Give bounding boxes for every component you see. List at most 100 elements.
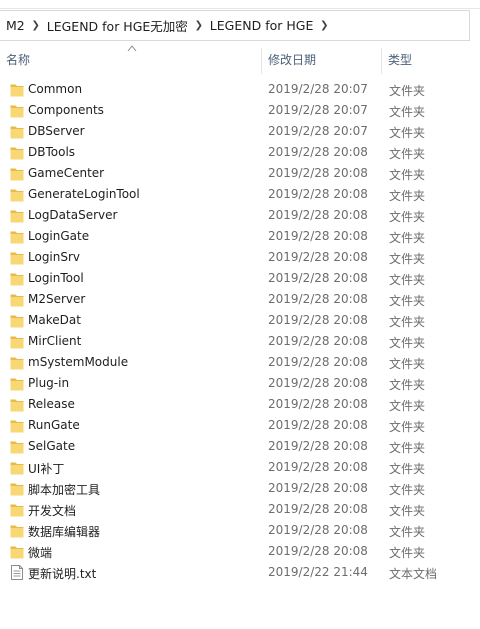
- file-name[interactable]: LoginTool: [28, 271, 84, 285]
- file-name[interactable]: DBTools: [28, 145, 75, 159]
- file-name[interactable]: GameCenter: [28, 166, 104, 180]
- file-type: 文件夹: [389, 546, 426, 560]
- file-name[interactable]: 数据库编辑器: [28, 523, 100, 540]
- breadcrumb-item-legend[interactable]: LEGEND for HGE: [206, 18, 318, 33]
- file-row[interactable]: Plug-in 2019/2/28 20:08 文件夹: [0, 373, 480, 394]
- folder-icon: [10, 376, 24, 391]
- column-header-date[interactable]: 修改日期: [268, 42, 380, 76]
- file-modified-date: 2019/2/28 20:08: [268, 523, 368, 537]
- file-name[interactable]: 脚本加密工具: [28, 481, 100, 498]
- file-row[interactable]: 脚本加密工具 2019/2/28 20:08 文件夹: [0, 478, 480, 499]
- file-type: 文件夹: [389, 105, 426, 119]
- file-type: 文件夹: [389, 126, 426, 140]
- file-modified-date: 2019/2/28 20:08: [268, 376, 368, 390]
- file-modified-date: 2019/2/22 21:44: [268, 565, 368, 579]
- file-name[interactable]: LogDataServer: [28, 208, 117, 222]
- folder-icon: [10, 502, 24, 517]
- folder-icon: [10, 187, 24, 202]
- file-type: 文件夹: [389, 357, 426, 371]
- folder-icon: [10, 103, 24, 118]
- file-modified-date: 2019/2/28 20:08: [268, 334, 368, 348]
- folder-icon: [10, 355, 24, 370]
- file-modified-date: 2019/2/28 20:08: [268, 271, 368, 285]
- file-row[interactable]: LoginGate 2019/2/28 20:08 文件夹: [0, 226, 480, 247]
- column-header-name[interactable]: 名称: [6, 42, 261, 76]
- column-header-type[interactable]: 类型: [388, 42, 478, 76]
- file-name[interactable]: LoginSrv: [28, 250, 80, 264]
- file-modified-date: 2019/2/28 20:07: [268, 103, 368, 117]
- file-name[interactable]: Release: [28, 397, 75, 411]
- chevron-right-icon[interactable]: ❯: [317, 20, 331, 31]
- file-modified-date: 2019/2/28 20:08: [268, 292, 368, 306]
- breadcrumb-item-legend-noencrypt[interactable]: LEGEND for HGE无加密: [43, 16, 192, 35]
- file-name[interactable]: mSystemModule: [28, 355, 128, 369]
- file-row[interactable]: 微端 2019/2/28 20:08 文件夹: [0, 541, 480, 562]
- file-modified-date: 2019/2/28 20:08: [268, 439, 368, 453]
- file-name[interactable]: RunGate: [28, 418, 80, 432]
- file-name[interactable]: Components: [28, 103, 104, 117]
- file-row[interactable]: MakeDat 2019/2/28 20:08 文件夹: [0, 310, 480, 331]
- file-row[interactable]: Components 2019/2/28 20:07 文件夹: [0, 100, 480, 121]
- file-row[interactable]: DBServer 2019/2/28 20:07 文件夹: [0, 121, 480, 142]
- file-modified-date: 2019/2/28 20:08: [268, 187, 368, 201]
- folder-icon: [10, 271, 24, 286]
- column-header-name-label: 名称: [6, 52, 31, 67]
- file-name[interactable]: UI补丁: [28, 460, 64, 477]
- file-name[interactable]: Common: [28, 82, 82, 96]
- file-name[interactable]: MirClient: [28, 334, 81, 348]
- file-type: 文件夹: [389, 189, 426, 203]
- file-modified-date: 2019/2/28 20:08: [268, 460, 368, 474]
- file-row[interactable]: GameCenter 2019/2/28 20:08 文件夹: [0, 163, 480, 184]
- file-row[interactable]: GenerateLoginTool 2019/2/28 20:08 文件夹: [0, 184, 480, 205]
- folder-icon: [10, 124, 24, 139]
- folder-icon: [10, 439, 24, 454]
- file-row[interactable]: Common 2019/2/28 20:07 文件夹: [0, 79, 480, 100]
- file-row[interactable]: DBTools 2019/2/28 20:08 文件夹: [0, 142, 480, 163]
- file-row[interactable]: 数据库编辑器 2019/2/28 20:08 文件夹: [0, 520, 480, 541]
- file-row[interactable]: M2Server 2019/2/28 20:08 文件夹: [0, 289, 480, 310]
- file-name[interactable]: LoginGate: [28, 229, 89, 243]
- file-modified-date: 2019/2/28 20:08: [268, 544, 368, 558]
- file-row[interactable]: mSystemModule 2019/2/28 20:08 文件夹: [0, 352, 480, 373]
- file-modified-date: 2019/2/28 20:07: [268, 124, 368, 138]
- breadcrumb-item-m2[interactable]: M2: [2, 18, 29, 33]
- file-row[interactable]: 开发文档 2019/2/28 20:08 文件夹: [0, 499, 480, 520]
- file-row[interactable]: LoginSrv 2019/2/28 20:08 文件夹: [0, 247, 480, 268]
- file-type: 文件夹: [389, 483, 426, 497]
- folder-icon: [10, 418, 24, 433]
- chevron-right-icon[interactable]: ❯: [29, 20, 43, 31]
- file-type: 文件夹: [389, 294, 426, 308]
- file-row[interactable]: RunGate 2019/2/28 20:08 文件夹: [0, 415, 480, 436]
- file-name[interactable]: 更新说明.txt: [28, 565, 96, 582]
- column-divider[interactable]: [381, 48, 382, 74]
- file-row[interactable]: SelGate 2019/2/28 20:08 文件夹: [0, 436, 480, 457]
- file-name[interactable]: 微端: [28, 544, 52, 561]
- file-row[interactable]: UI补丁 2019/2/28 20:08 文件夹: [0, 457, 480, 478]
- file-row[interactable]: LoginTool 2019/2/28 20:08 文件夹: [0, 268, 480, 289]
- folder-icon: [10, 250, 24, 265]
- file-name[interactable]: DBServer: [28, 124, 85, 138]
- file-modified-date: 2019/2/28 20:08: [268, 502, 368, 516]
- file-type: 文件夹: [389, 462, 426, 476]
- file-name[interactable]: SelGate: [28, 439, 75, 453]
- file-row[interactable]: 更新说明.txt 2019/2/22 21:44 文本文档: [0, 562, 480, 583]
- file-modified-date: 2019/2/28 20:08: [268, 250, 368, 264]
- file-row[interactable]: LogDataServer 2019/2/28 20:08 文件夹: [0, 205, 480, 226]
- file-name[interactable]: 开发文档: [28, 502, 76, 519]
- file-type: 文件夹: [389, 525, 426, 539]
- address-bar[interactable]: M2 ❯ LEGEND for HGE无加密 ❯ LEGEND for HGE …: [0, 10, 470, 41]
- file-type: 文件夹: [389, 252, 426, 266]
- file-name[interactable]: M2Server: [28, 292, 85, 306]
- file-name[interactable]: Plug-in: [28, 376, 69, 390]
- file-row[interactable]: Release 2019/2/28 20:08 文件夹: [0, 394, 480, 415]
- column-divider[interactable]: [261, 48, 262, 74]
- file-row[interactable]: MirClient 2019/2/28 20:08 文件夹: [0, 331, 480, 352]
- chevron-right-icon[interactable]: ❯: [192, 20, 206, 31]
- file-type: 文件夹: [389, 231, 426, 245]
- file-modified-date: 2019/2/28 20:08: [268, 481, 368, 495]
- folder-icon: [10, 397, 24, 412]
- file-type: 文件夹: [389, 336, 426, 350]
- file-name[interactable]: MakeDat: [28, 313, 81, 327]
- file-name[interactable]: GenerateLoginTool: [28, 187, 140, 201]
- window-top-edge: [0, 0, 480, 9]
